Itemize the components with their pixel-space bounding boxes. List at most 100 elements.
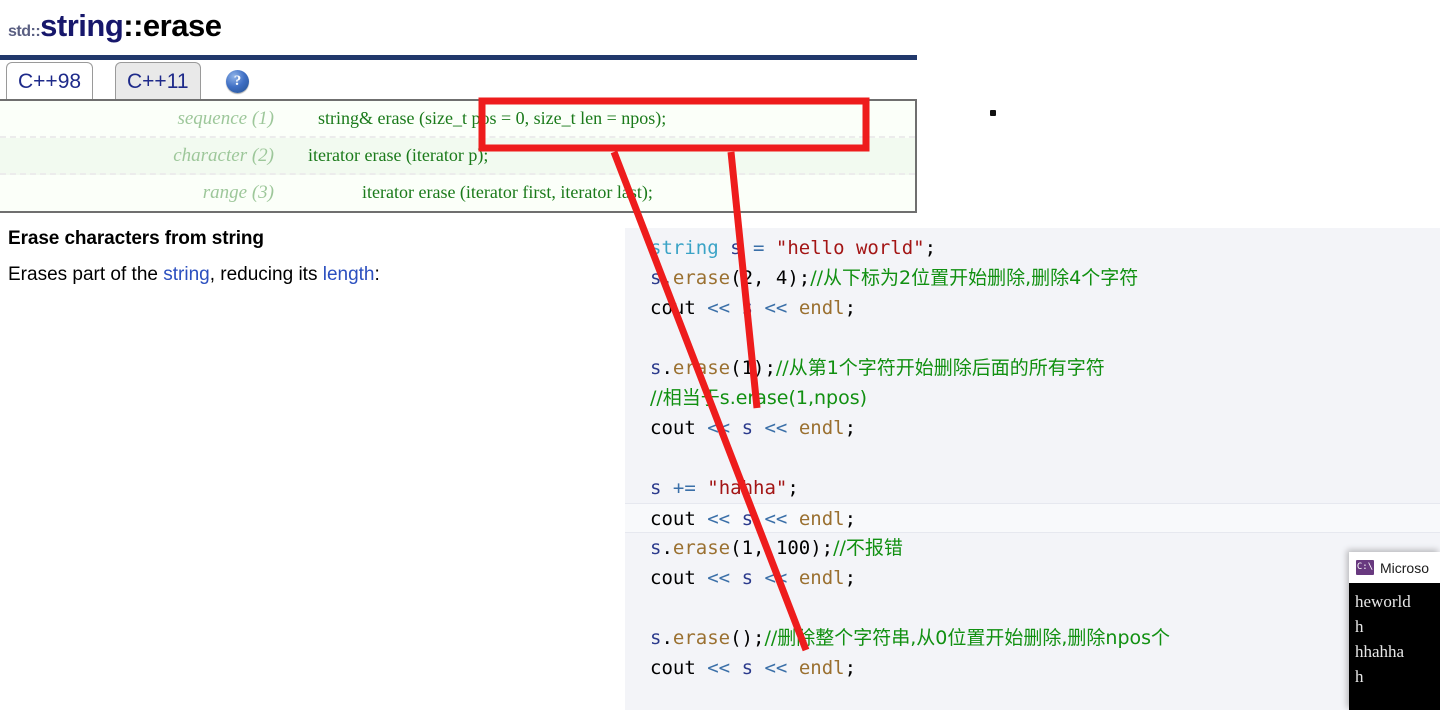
signature-label-sequence: sequence (1) [0, 108, 290, 130]
code-token: cout [650, 657, 696, 679]
code-line: cout << s << endl; [650, 563, 856, 593]
link-length[interactable]: length [323, 264, 375, 285]
code-token: s [650, 627, 662, 649]
code-token: endl [798, 508, 845, 530]
description-text-after: : [374, 264, 380, 285]
page-title: std::string::erase [8, 8, 222, 44]
code-line: cout << s << endl; [650, 413, 856, 443]
code-line: cout << s << endl; [625, 503, 1440, 533]
console-titlebar[interactable]: C:\ Microso [1349, 552, 1440, 583]
code-token: , [753, 267, 776, 289]
code-editor-panel[interactable]: string s = "hello world"; s.erase(2, 4);/… [625, 228, 1440, 710]
description-text: Erases part of the string, reducing its … [8, 264, 608, 286]
code-token: , [753, 537, 776, 559]
code-line: cout << s << endl; [650, 293, 856, 323]
code-token: string [650, 237, 719, 259]
code-token: (); [730, 627, 765, 649]
code-token: s [730, 237, 742, 259]
code-token: ; [844, 657, 857, 679]
description-block: Erase characters from string Erases part… [8, 228, 608, 286]
code-token: . [661, 627, 673, 649]
link-string[interactable]: string [163, 264, 209, 285]
code-token: ; [844, 567, 857, 589]
signature-label-range: range (3) [0, 182, 290, 204]
code-token: << [707, 567, 731, 589]
standard-version-tabs: C++98 C++11 [0, 55, 917, 100]
tab-cpp98[interactable]: C++98 [6, 62, 94, 99]
signature-label-text: character [173, 144, 248, 166]
code-token: s [650, 267, 662, 289]
code-token: ; [844, 508, 857, 530]
code-line: //相当于s.erase(1,npos) [650, 383, 867, 413]
title-class: string [40, 8, 124, 43]
console-window[interactable]: C:\ Microso heworld h hhahha h [1349, 552, 1440, 710]
code-line: s.erase(1);//从第1个字符开始删除后面的所有字符 [650, 353, 1105, 383]
code-token: ); [787, 267, 811, 289]
signature-number: (2) [251, 144, 274, 166]
code-token: s [741, 297, 754, 319]
signature-label-text: sequence [177, 107, 248, 129]
code-token: s [741, 567, 754, 589]
code-token: ( [730, 267, 742, 289]
help-icon[interactable]: ? [226, 70, 249, 93]
description-text-before: Erases part of the [8, 264, 164, 285]
signature-number: (1) [251, 107, 274, 129]
code-token: s [741, 417, 754, 439]
code-token: s [650, 537, 662, 559]
code-token: . [661, 267, 673, 289]
code-token: ; [787, 477, 799, 499]
console-title-text: Microso [1380, 559, 1430, 576]
code-token: //不报错 [833, 537, 903, 559]
code-token: += [672, 477, 696, 499]
code-token: s [650, 357, 662, 379]
code-token: ; [844, 417, 857, 439]
code-line: s += "hahha"; [650, 473, 799, 503]
code-token: endl [798, 567, 845, 589]
signature-code-range: iterator erase (iterator first, iterator… [362, 182, 653, 202]
code-line: s.erase();//删除整个字符串,从0位置开始删除,删除npos个 [650, 623, 1170, 653]
signature-code-character: iterator erase (iterator p); [308, 145, 489, 165]
code-token: ( [730, 357, 742, 379]
code-token: 4 [775, 267, 788, 289]
code-token: erase [672, 627, 731, 649]
code-line: string s = "hello world"; [650, 233, 936, 263]
code-token: << [764, 657, 788, 679]
code-token: 1 [741, 537, 754, 559]
tab-cpp11[interactable]: C++11 [115, 62, 201, 99]
code-token: cout [650, 508, 696, 530]
signature-code-sequence: string& erase (size_t pos = 0, size_t le… [318, 108, 667, 128]
code-token: . [661, 357, 673, 379]
signature-row-sequence: sequence (1) string& erase (size_t pos =… [0, 101, 915, 138]
code-token: << [764, 417, 788, 439]
code-line: cout << s << endl; [650, 653, 856, 683]
code-token: 2 [741, 267, 754, 289]
code-token: //相当于s.erase(1,npos) [650, 387, 868, 409]
code-token: 100 [775, 537, 811, 559]
title-namespace: std:: [8, 23, 41, 40]
code-token: "hahha" [707, 477, 788, 499]
code-token: ; [924, 237, 937, 259]
signature-row-range: range (3) iterator erase (iterator first… [0, 175, 915, 210]
code-token: ); [753, 357, 776, 379]
code-token: endl [798, 417, 845, 439]
code-token: << [707, 297, 731, 319]
code-token: ; [844, 297, 857, 319]
signature-number: (3) [251, 181, 274, 203]
title-member: ::erase [123, 8, 222, 43]
